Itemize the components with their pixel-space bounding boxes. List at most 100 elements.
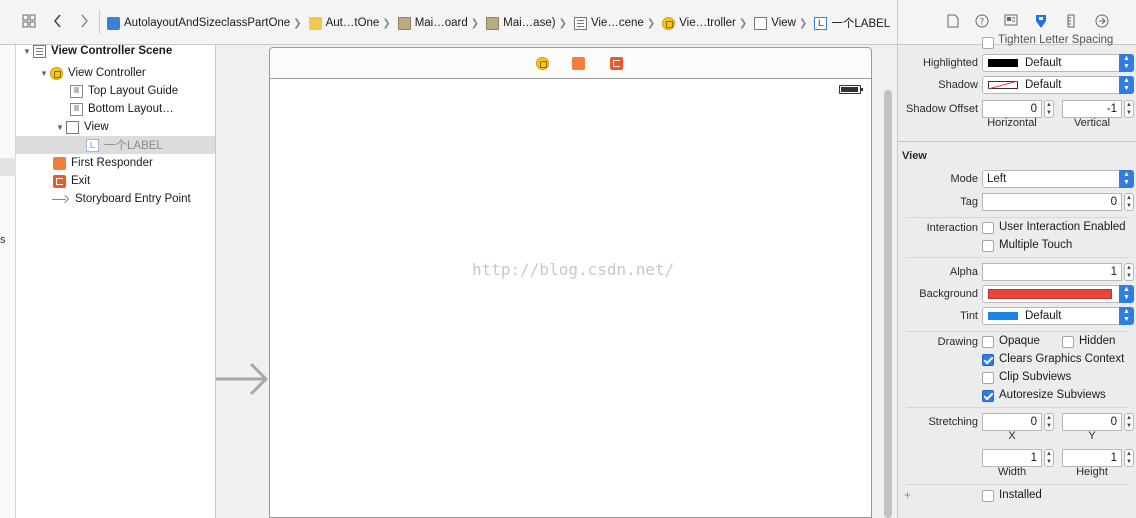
tag-field[interactable]: 0 [982, 193, 1122, 211]
breadcrumb-label: Aut…tOne [325, 17, 380, 29]
attributes-inspector: Tighten Letter Spacing Highlighted Defau… [897, 34, 1136, 518]
outline-row-scene[interactable]: ▼ View Controller Scene [16, 42, 215, 60]
breadcrumb-folder[interactable]: Aut…tOne ❯ [308, 16, 396, 30]
breadcrumb-label: Vie…cene [590, 17, 644, 29]
shadow-offset-horizontal-stepper[interactable]: ▲ ▼ [1044, 100, 1054, 118]
file-inspector-icon[interactable] [945, 14, 961, 30]
navigator-edge: s [0, 45, 16, 518]
navigator-clipped-text: s [0, 234, 6, 246]
exit-icon [53, 174, 66, 188]
outline-row-view[interactable]: ▼ View [16, 118, 215, 136]
stretching-label: Stretching [928, 416, 978, 428]
disclosure-triangle-icon[interactable]: ▼ [21, 47, 33, 56]
storyboard-entry-arrow-icon[interactable] [216, 362, 270, 396]
multiple-touch-checkbox[interactable] [982, 240, 994, 252]
breadcrumb-scene[interactable]: Vie…cene ❯ [573, 16, 660, 30]
shadow-offset-vertical-field[interactable]: -1 [1062, 100, 1122, 118]
disclosure-triangle-icon[interactable]: ▼ [38, 69, 50, 78]
identity-inspector-icon[interactable] [1003, 14, 1019, 30]
battery-icon [839, 85, 863, 94]
outline-row-view-controller[interactable]: ▼ View Controller [16, 64, 215, 82]
forward-chevron-icon[interactable] [76, 14, 92, 30]
outline-row-top-guide[interactable]: Top Layout Guide [16, 82, 215, 100]
clip-subviews-checkbox[interactable] [982, 372, 994, 384]
size-inspector-icon[interactable] [1063, 14, 1079, 30]
stretch-height-stepper[interactable]: ▲ ▼ [1124, 449, 1134, 467]
breadcrumb-view-controller[interactable]: Vie…troller ❯ [662, 16, 752, 30]
color-swatch [988, 81, 1018, 89]
updown-chevron-icon: ▲ ▼ [1119, 285, 1134, 303]
chevron-right-icon: ❯ [558, 17, 567, 29]
connections-inspector-icon[interactable] [1094, 14, 1110, 30]
breadcrumb-view[interactable]: View ❯ [754, 16, 812, 30]
breadcrumb-storyboard[interactable]: Mai…oard ❯ [397, 16, 484, 30]
shadow-offset-vertical-stepper[interactable]: ▲ ▼ [1124, 100, 1134, 118]
tint-color-popup[interactable]: Default ▲ ▼ [982, 307, 1134, 325]
breadcrumb-label-item[interactable]: L 一个LABEL [814, 15, 890, 31]
outline-row-first-responder[interactable]: First Responder [16, 154, 215, 172]
popup-value: Default [1025, 57, 1062, 69]
stretch-y-field[interactable]: 0 [1062, 413, 1122, 431]
exit-icon[interactable] [610, 57, 623, 70]
back-chevron-icon[interactable] [50, 14, 66, 30]
stretch-x-stepper[interactable]: ▲ ▼ [1044, 413, 1054, 431]
highlighted-color-popup[interactable]: Default ▲ ▼ [982, 54, 1134, 72]
background-color-swatch [988, 289, 1112, 299]
view-controller-scene[interactable] [269, 47, 872, 518]
stretch-x-field[interactable]: 0 [982, 413, 1042, 431]
stretch-y-stepper[interactable]: ▲ ▼ [1124, 413, 1134, 431]
view-controller-icon [50, 66, 63, 80]
outline-row-bottom-guide[interactable]: Bottom Layout… [16, 100, 215, 118]
stretch-height-field[interactable]: 1 [1062, 449, 1122, 467]
opaque-checkbox[interactable] [982, 336, 994, 348]
outline-row-label[interactable]: L 一个LABEL [16, 136, 215, 154]
shadow-color-popup[interactable]: Default ▲ ▼ [982, 76, 1134, 94]
alpha-field[interactable]: 1 [982, 263, 1122, 281]
divider [906, 331, 1129, 332]
shadow-offset-horizontal-field[interactable]: 0 [982, 100, 1042, 118]
divider [906, 407, 1129, 408]
chevron-right-icon: ❯ [470, 17, 480, 29]
first-responder-cube-icon[interactable] [572, 57, 585, 70]
canvas-vertical-scrollbar[interactable] [884, 90, 892, 518]
installed-checkbox[interactable] [982, 490, 994, 502]
related-items-grid-icon[interactable] [21, 14, 37, 30]
autoresize-subviews-checkbox[interactable] [982, 390, 994, 402]
quick-help-icon[interactable]: ? [974, 14, 990, 30]
svg-text:?: ? [980, 18, 985, 28]
chevron-right-icon: ❯ [293, 17, 302, 29]
view-controller-icon[interactable] [536, 57, 549, 70]
alpha-stepper[interactable]: ▲ ▼ [1124, 263, 1134, 281]
updown-chevron-icon: ▲ ▼ [1119, 54, 1134, 72]
label-icon: L [86, 138, 99, 152]
disclosure-triangle-icon[interactable]: ▼ [54, 123, 66, 132]
breadcrumb-project[interactable]: AutolayoutAndSizeclassPartOne ❯ [107, 16, 307, 30]
y-sublabel: Y [1088, 430, 1096, 442]
outline-row-entry-point[interactable]: Storyboard Entry Point [16, 190, 215, 208]
add-variation-plus-icon[interactable]: + [904, 488, 911, 502]
divider [906, 217, 1129, 218]
mode-popup[interactable]: Left ▲ ▼ [982, 170, 1134, 188]
outline-label: 一个LABEL [104, 140, 163, 152]
view-section-header: View [902, 150, 927, 162]
outline-label: Bottom Layout… [88, 103, 174, 115]
clears-graphics-context-checkbox[interactable] [982, 354, 994, 366]
attributes-inspector-icon[interactable] [1033, 14, 1049, 30]
breadcrumb-storyboard-base[interactable]: Mai…ase) ❯ [486, 16, 572, 30]
tag-stepper[interactable]: ▲ ▼ [1124, 193, 1134, 211]
tighten-letter-spacing-checkbox[interactable] [982, 37, 994, 49]
chevron-right-icon: ❯ [738, 17, 748, 29]
tint-label: Tint [960, 310, 978, 322]
horizontal-sublabel: Horizontal [987, 117, 1037, 129]
stretch-width-stepper[interactable]: ▲ ▼ [1044, 449, 1054, 467]
hidden-checkbox[interactable] [1062, 336, 1074, 348]
layout-guide-icon [70, 102, 83, 116]
user-interaction-checkbox[interactable] [982, 222, 994, 234]
stretch-width-field[interactable]: 1 [982, 449, 1042, 467]
outline-label: View Controller [68, 67, 146, 79]
outline-row-exit[interactable]: Exit [16, 172, 215, 190]
breadcrumb: AutolayoutAndSizeclassPartOne ❯ Aut…tOne… [107, 15, 892, 31]
background-color-popup[interactable]: ▲ ▼ [982, 285, 1134, 303]
opaque-label: Opaque [999, 335, 1040, 347]
x-sublabel: X [1008, 430, 1016, 442]
